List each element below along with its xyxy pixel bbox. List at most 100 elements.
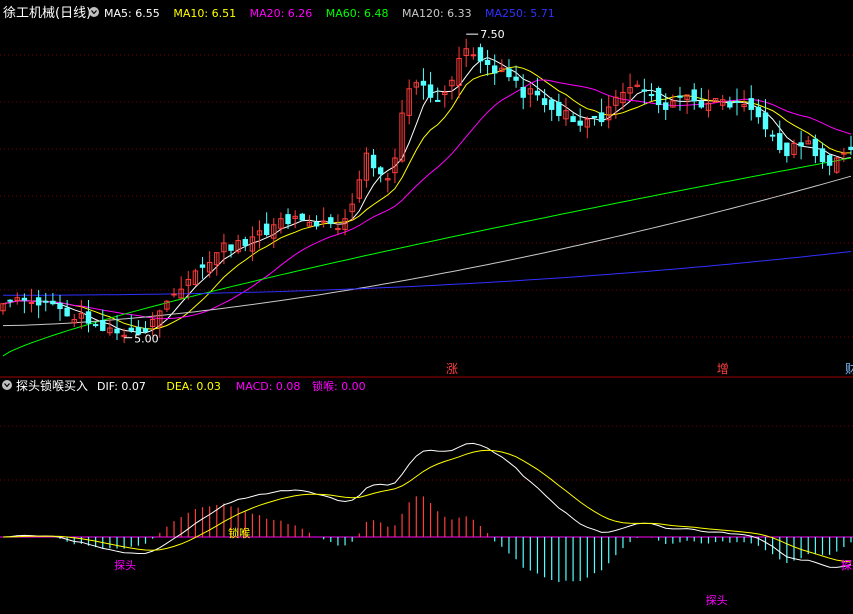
candle-down (199, 264, 206, 268)
candle-down (43, 300, 49, 303)
stock-title: 徐工机械(日线) (3, 6, 91, 21)
candle-down (819, 148, 826, 163)
ma5-line (2, 56, 852, 334)
candle-down (50, 300, 56, 305)
indicator-legend: DIF: 0.07 DEA: 0.03 MACD: 0.08 锁喉: 0.00 (97, 379, 366, 393)
candle-down (549, 99, 555, 110)
event-marker: 财 (845, 362, 853, 376)
legend-item: MA10: 6.51 (173, 7, 236, 20)
candle-down (491, 65, 498, 74)
candle-down (541, 98, 548, 106)
candle-down (591, 115, 598, 118)
candle-down (142, 328, 149, 333)
low-price-label: 5.00 (134, 333, 159, 346)
candle-down (734, 100, 740, 103)
candle-down (242, 239, 248, 246)
candle-down (655, 88, 662, 106)
candle-up (320, 220, 327, 223)
candle-down (826, 155, 833, 166)
candle-down (691, 89, 697, 102)
candle-down (92, 324, 99, 327)
candle-down (64, 307, 70, 317)
moving-average-lines (2, 56, 852, 357)
legend-item: MA120: 6.33 (402, 7, 472, 20)
dif-dea-lines (2, 442, 852, 568)
candle-down (370, 154, 377, 169)
candle-down (85, 311, 92, 324)
candle-down (328, 217, 334, 225)
candle-down (577, 120, 583, 126)
candle-down (812, 138, 819, 157)
legend-item: MA5: 6.55 (104, 7, 160, 20)
event-marker: 涨 (446, 361, 458, 376)
candle-down (570, 116, 576, 123)
main-header: 徐工机械(日线) MA5: 6.55 MA10: 6.51 MA20: 6.26 MA… (3, 6, 555, 21)
candle-down (484, 59, 491, 65)
candle-up (841, 152, 847, 155)
ma120-line (2, 175, 852, 327)
candle-down (777, 133, 783, 150)
candle-down (434, 99, 441, 102)
ma-legend: MA5: 6.55 MA10: 6.51 MA20: 6.26 MA60: 6.48 M… (104, 7, 555, 20)
candle-down (798, 142, 804, 147)
candle-down (698, 101, 705, 108)
ma250-line (3, 251, 852, 296)
signal-label: 锁喉 (228, 526, 250, 540)
signal-label: 探头 (706, 594, 728, 607)
ma10-line (2, 66, 851, 330)
candle-down (748, 98, 754, 110)
candle-down (263, 223, 270, 236)
signal-label: 探头 (114, 559, 136, 572)
candle-down (57, 302, 63, 310)
candle-down (506, 68, 512, 78)
candle-down (556, 101, 562, 116)
candle-down (641, 89, 648, 92)
candle-down (848, 146, 853, 150)
candle-up (28, 302, 35, 304)
candle-down (598, 112, 605, 123)
legend-item: MA60: 6.48 (326, 7, 389, 20)
candlesticks (0, 38, 853, 344)
candle-down (427, 84, 434, 98)
candle-down (648, 94, 655, 97)
candle-down (228, 244, 234, 251)
ma60-line (2, 157, 852, 357)
candle-down (727, 101, 733, 108)
candle-down (520, 87, 526, 98)
candle-down (100, 319, 106, 331)
indicator-header: 探头锁喉买入 DIF: 0.07 DEA: 0.03 MACD: 0.08 锁喉: 0… (2, 378, 366, 393)
high-price-label: 7.50 (480, 28, 505, 41)
candle-down (762, 112, 769, 130)
candle-up (470, 54, 477, 57)
legend-item: MA20: 6.26 (250, 7, 313, 20)
indicator-signals: 探头锁喉探头探头探头 (114, 526, 853, 607)
candle-down (299, 213, 305, 221)
ma20-line (2, 79, 852, 320)
indicator-title: 探头锁喉买入 (16, 378, 88, 393)
legend-item: DEA: 0.03 (166, 380, 220, 393)
candle-down (285, 214, 291, 225)
candle-down (769, 134, 776, 137)
stock-chart: 7.505.00涨增财 探头锁喉探头探头探头 徐工机械(日线) MA5: 6.5… (0, 6, 853, 607)
candle-down (21, 297, 28, 301)
candle-down (35, 297, 42, 306)
legend-item: DIF: 0.07 (97, 380, 146, 393)
candle-down (114, 328, 120, 334)
candle-down (534, 90, 541, 96)
candle-down (663, 102, 669, 110)
candle-down (420, 80, 427, 86)
candle-down (313, 221, 320, 227)
candle-up (171, 293, 177, 296)
candle-down (755, 106, 762, 118)
candle-down (128, 327, 134, 331)
candle-down (377, 167, 384, 175)
event-marker: 增 (717, 362, 729, 376)
settings-icon[interactable] (89, 7, 99, 17)
candle-down (477, 47, 484, 62)
dea-line (2, 449, 852, 563)
candle-down (7, 299, 13, 302)
dif-line (2, 442, 852, 568)
indicator-settings-icon[interactable] (2, 380, 12, 390)
legend-item: MA250: 5.71 (485, 7, 555, 20)
legend-item: 锁喉: 0.00 (312, 379, 366, 393)
